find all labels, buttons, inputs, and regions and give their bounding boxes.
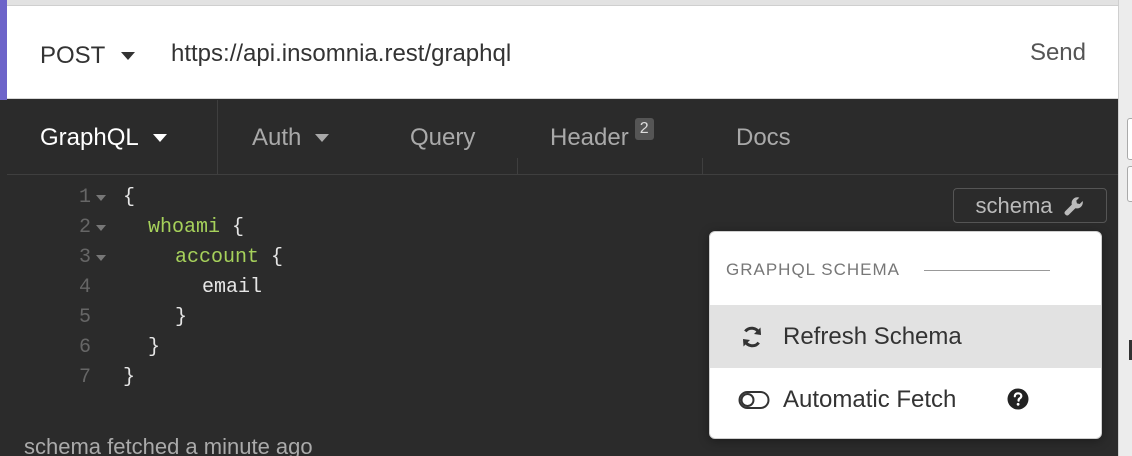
line-number: 7 (78, 366, 91, 389)
tab-query[interactable]: Query (377, 100, 517, 175)
header-count-badge: 2 (634, 117, 654, 140)
code-text: } (148, 336, 161, 359)
code-field: email (202, 276, 263, 299)
line-number: 4 (78, 276, 91, 299)
tab-label: Auth (252, 123, 302, 151)
adjacent-control (1127, 166, 1132, 202)
schema-button[interactable]: schema (953, 188, 1107, 223)
line-number: 6 (78, 336, 91, 359)
refresh-icon (743, 326, 761, 348)
code-text: } (175, 306, 188, 329)
fold-arrow-icon[interactable] (96, 255, 106, 261)
fold-arrow-icon[interactable] (96, 195, 106, 201)
automatic-fetch-item[interactable]: Automatic Fetch (710, 368, 1101, 431)
fold-arrow-icon[interactable] (96, 225, 106, 231)
chevron-down-icon (315, 133, 330, 142)
method-dropdown[interactable]: POST (40, 42, 136, 70)
wrench-icon (1064, 196, 1083, 216)
line-number: 5 (78, 306, 91, 329)
refresh-schema-item[interactable]: Refresh Schema (710, 305, 1101, 368)
menu-item-label: Automatic Fetch (783, 385, 957, 413)
send-button[interactable]: Send (1030, 39, 1086, 67)
question-circle-icon[interactable] (1007, 388, 1029, 410)
tab-label: Docs (736, 123, 791, 151)
schema-dropdown-menu: GRAPHQL SCHEMA Refresh Schema Automatic … (709, 231, 1102, 439)
tab-divider (217, 100, 218, 175)
divider (923, 269, 1050, 271)
request-tabs: GraphQL Auth Query Header 2 Docs (7, 100, 1118, 175)
code-text: } (123, 366, 136, 389)
menu-header-label: GRAPHQL SCHEMA (726, 260, 900, 279)
url-bar: POST Send (7, 6, 1118, 99)
code-field: whoami (148, 216, 221, 239)
tab-docs[interactable]: Docs (703, 100, 853, 175)
schema-button-label: schema (975, 192, 1053, 218)
tab-header[interactable]: Header 2 (517, 100, 703, 175)
code-field: account (175, 246, 260, 269)
sidebar-accent-bar (0, 0, 7, 100)
tab-label: Query (410, 123, 476, 151)
menu-section-header: GRAPHQL SCHEMA (726, 260, 1050, 280)
chevron-down-icon (152, 133, 167, 142)
menu-item-label: Refresh Schema (783, 322, 962, 350)
chevron-down-icon (121, 52, 136, 60)
code-text: account { (175, 246, 284, 269)
code-line: 1 { (7, 183, 907, 213)
tab-graphql[interactable]: GraphQL (7, 100, 217, 175)
adjacent-control (1127, 118, 1132, 160)
tab-label: Header (550, 123, 629, 151)
schema-status-text: schema fetched a minute ago (24, 434, 313, 456)
url-input[interactable] (171, 34, 951, 74)
tab-label: GraphQL (40, 123, 139, 151)
adjacent-pane (1118, 0, 1132, 456)
method-label: POST (40, 42, 106, 69)
line-number: 3 (78, 246, 91, 269)
code-text: whoami { (148, 216, 245, 239)
code-text: { (123, 186, 136, 209)
line-number: 2 (78, 216, 91, 239)
line-number: 1 (78, 186, 91, 209)
toggle-off-icon[interactable] (738, 388, 770, 412)
